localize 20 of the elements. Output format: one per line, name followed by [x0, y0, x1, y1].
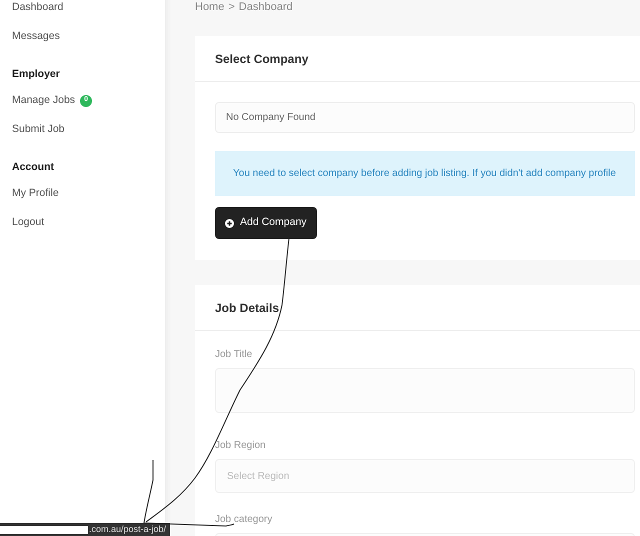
sidebar-link[interactable]: Submit Job: [12, 122, 65, 138]
field-label: Job category: [215, 513, 274, 527]
card-title: Job Details: [215, 300, 280, 316]
field-label: Job Title: [215, 348, 254, 362]
sidebar-heading: Account: [12, 160, 55, 176]
card-title: Select Company: [215, 50, 308, 68]
sidebar-link[interactable]: Messages: [12, 28, 60, 44]
sidebar-heading: Employer: [12, 67, 61, 82]
alert-message: You need to select company before adding job listing. If you didn't add company profile: [215, 151, 635, 196]
text-input-field[interactable]: [215, 368, 635, 413]
sidebar-link[interactable]: Dashboard: [12, 0, 64, 16]
field-label: Job Region: [215, 439, 267, 453]
status-bar: .com.au/post-a-job/: [0, 523, 170, 536]
add-company-button[interactable]: Add Company: [215, 207, 317, 239]
breadcrumb-separator: >: [228, 1, 235, 13]
company-select-field[interactable]: No Company Found: [215, 102, 635, 133]
plus-circle-icon: [225, 218, 234, 228]
sidebar-link[interactable]: Manage Jobs: [12, 92, 76, 108]
sidebar-link[interactable]: Logout: [12, 214, 44, 230]
sidebar-link[interactable]: My Profile: [12, 186, 59, 202]
